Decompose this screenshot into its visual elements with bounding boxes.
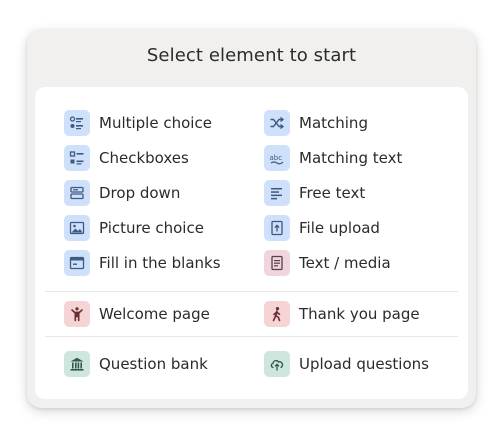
divider	[45, 336, 458, 337]
element-matching[interactable]: Matching	[264, 110, 368, 136]
checkboxes-icon	[64, 145, 90, 171]
item-label: Free text	[299, 184, 366, 202]
element-welcome-page[interactable]: Welcome page	[64, 301, 210, 327]
item-label: Welcome page	[99, 305, 210, 323]
item-label: Thank you page	[299, 305, 420, 323]
document-icon	[264, 250, 290, 276]
fill-blanks-icon	[64, 250, 90, 276]
multiple-choice-icon	[64, 110, 90, 136]
text-lines-icon	[264, 180, 290, 206]
element-fill-in-the-blanks[interactable]: Fill in the blanks	[64, 250, 221, 276]
item-label: Question bank	[99, 355, 208, 373]
element-picker-panel: Select element to start Multiple choice …	[27, 30, 476, 408]
abc-icon: abc	[264, 145, 290, 171]
item-label: Picture choice	[99, 219, 204, 237]
element-free-text[interactable]: Free text	[264, 180, 365, 206]
element-list-card: Multiple choice Checkboxes Drop down Pic…	[35, 87, 468, 399]
element-matching-text[interactable]: abc Matching text	[264, 145, 402, 171]
item-label: Matching text	[299, 149, 403, 167]
svg-text:abc: abc	[270, 154, 283, 162]
item-label: Drop down	[99, 184, 181, 202]
person-walking-icon	[264, 301, 290, 327]
bank-icon	[64, 351, 90, 377]
file-upload-icon	[264, 215, 290, 241]
element-file-upload[interactable]: File upload	[264, 215, 380, 241]
item-label: Multiple choice	[99, 114, 212, 132]
shuffle-icon	[264, 110, 290, 136]
item-label: File upload	[299, 219, 380, 237]
element-text-media[interactable]: Text / media	[264, 250, 391, 276]
element-multiple-choice[interactable]: Multiple choice	[64, 110, 212, 136]
element-thank-you-page[interactable]: Thank you page	[264, 301, 420, 327]
person-welcome-icon	[64, 301, 90, 327]
panel-title: Select element to start	[146, 45, 357, 66]
cloud-upload-icon	[264, 351, 290, 377]
dropdown-icon	[64, 180, 90, 206]
element-question-bank[interactable]: Question bank	[64, 351, 208, 377]
item-label: Fill in the blanks	[99, 254, 221, 272]
picture-icon	[64, 215, 90, 241]
item-label: Text / media	[299, 254, 391, 272]
element-drop-down[interactable]: Drop down	[64, 180, 180, 206]
item-label: Upload questions	[299, 355, 429, 373]
element-checkboxes[interactable]: Checkboxes	[64, 145, 189, 171]
element-upload-questions[interactable]: Upload questions	[264, 351, 429, 377]
divider	[45, 291, 458, 292]
item-label: Matching	[299, 114, 368, 132]
item-label: Checkboxes	[99, 149, 189, 167]
element-picture-choice[interactable]: Picture choice	[64, 215, 204, 241]
